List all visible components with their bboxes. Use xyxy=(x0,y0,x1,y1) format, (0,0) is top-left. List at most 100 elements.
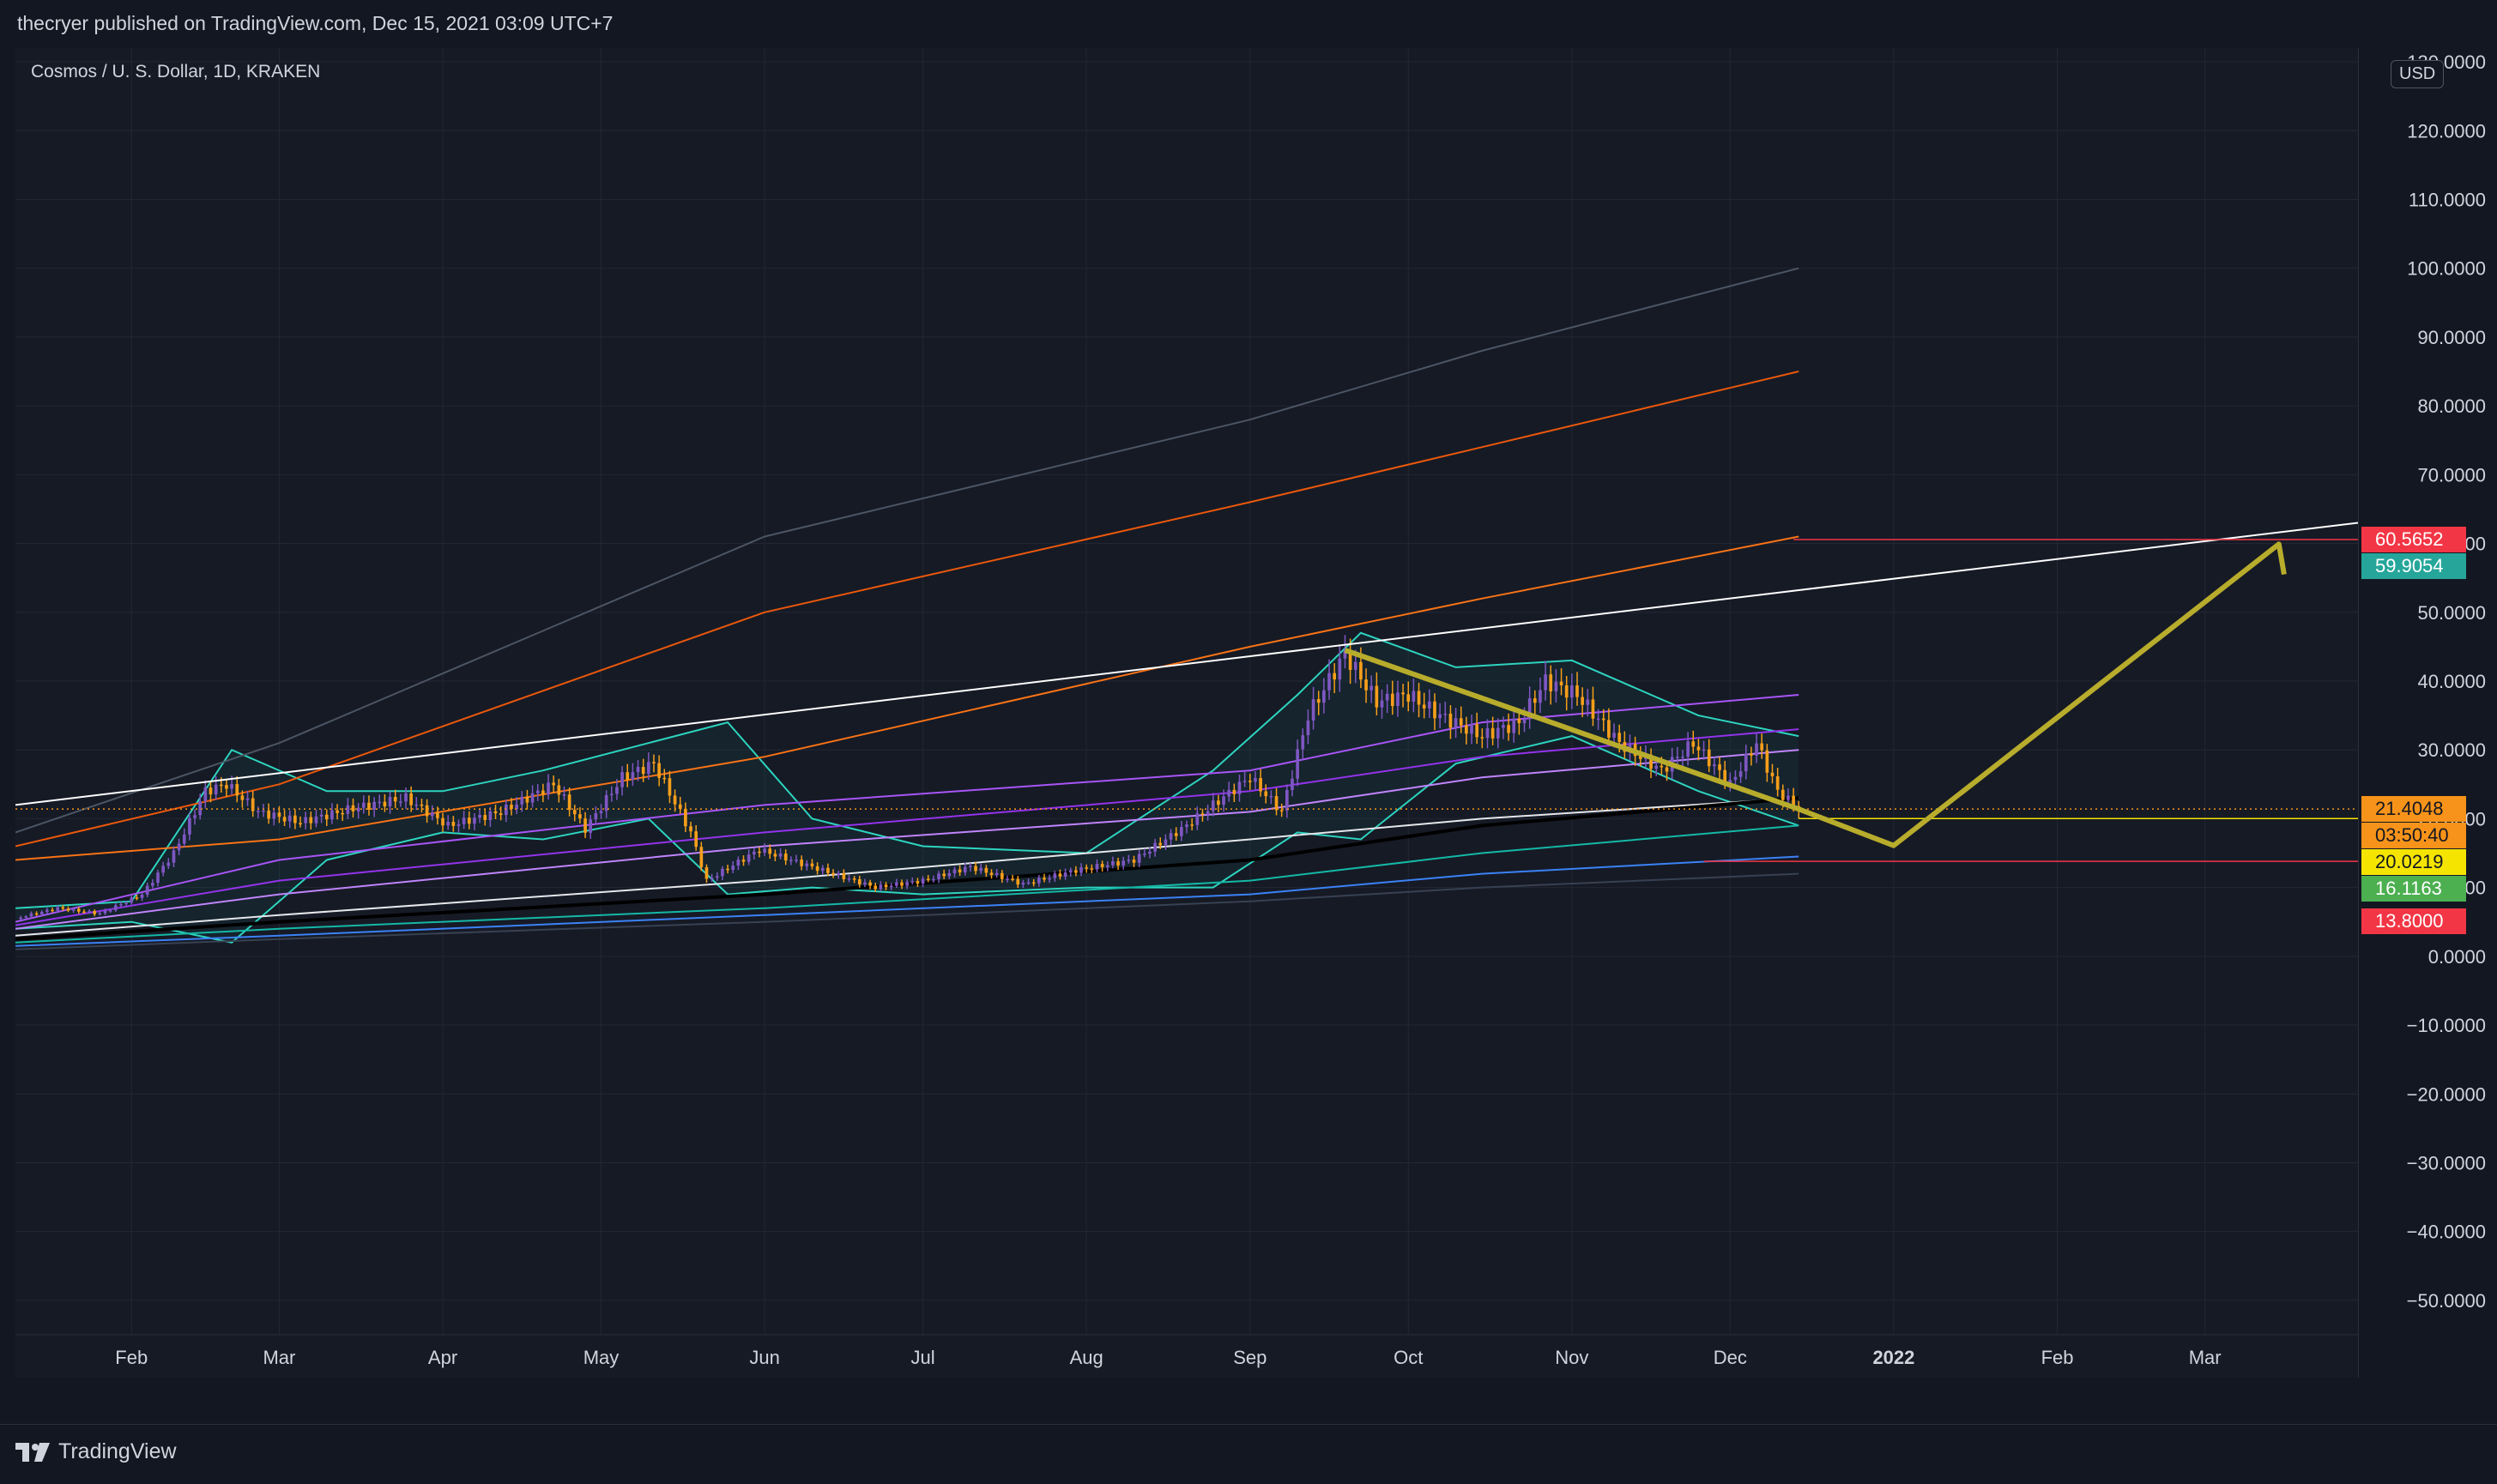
candle-body xyxy=(1390,693,1394,706)
candle-body xyxy=(356,807,360,811)
candle-body xyxy=(1702,749,1706,751)
candle-body xyxy=(451,821,456,826)
candle-body xyxy=(1105,865,1109,867)
candle-body xyxy=(969,866,972,868)
candle-body xyxy=(889,885,893,888)
candle-body xyxy=(1707,749,1711,767)
candle-body xyxy=(1100,864,1104,867)
chart-pane[interactable]: Feb Mar Apr May Jun Jul Aug Sep Oct Nov Dec 2022 Feb… xyxy=(15,48,2358,1378)
candle-body xyxy=(293,815,297,823)
candle-body xyxy=(958,869,962,873)
candle-body xyxy=(330,810,334,820)
candle-body xyxy=(668,778,672,796)
candle-body xyxy=(1274,795,1279,811)
footer-bar xyxy=(0,1424,2497,1484)
candle-body xyxy=(1353,661,1357,670)
candle-body xyxy=(852,878,856,880)
y-tick-label: 80.0000 xyxy=(2417,395,2486,417)
candle-body xyxy=(689,826,692,832)
candle-body xyxy=(1770,772,1775,776)
candle-body xyxy=(1485,727,1490,739)
candle-body xyxy=(1417,691,1421,705)
candle-body xyxy=(108,910,112,912)
candle-body xyxy=(393,796,397,802)
candle-body xyxy=(1269,795,1273,798)
candle-body xyxy=(88,911,91,913)
candle-body xyxy=(1601,718,1605,721)
candle-body xyxy=(530,793,535,803)
published-by-text: thecryer published on TradingView.com, D… xyxy=(17,12,614,34)
candle-body xyxy=(404,793,408,802)
x-tick-label: Aug xyxy=(1070,1347,1103,1368)
price-label-tag: 60.5652 xyxy=(2361,527,2466,552)
candle-body xyxy=(130,897,134,903)
candle-body xyxy=(1259,778,1262,792)
candle-body xyxy=(1570,685,1574,698)
candle-body xyxy=(1232,789,1236,794)
candle-body xyxy=(113,905,118,911)
tradingview-logo[interactable]: TradingView xyxy=(15,1439,177,1464)
candle-body xyxy=(599,811,603,813)
candle-body xyxy=(467,817,471,824)
candle-body xyxy=(499,813,503,816)
candle-body xyxy=(515,804,518,810)
candle-body xyxy=(1544,674,1547,691)
candle-body xyxy=(346,805,350,814)
candle-body xyxy=(1696,746,1701,751)
candle-body xyxy=(478,815,481,818)
candle-body xyxy=(699,847,704,868)
candle-body xyxy=(1200,813,1205,815)
candle-body xyxy=(1111,861,1115,866)
candle-body xyxy=(119,904,123,906)
x-tick-label: Sep xyxy=(1233,1347,1267,1368)
candle-body xyxy=(541,790,545,795)
candle-body xyxy=(1037,878,1041,884)
candle-body xyxy=(1359,661,1363,680)
currency-button[interactable]: USD xyxy=(2391,60,2445,88)
candle-body xyxy=(473,817,476,824)
y-tick-label: −40.0000 xyxy=(2407,1222,2486,1243)
candle-body xyxy=(900,882,904,886)
candle-body xyxy=(905,882,909,886)
candle-body xyxy=(752,851,756,855)
candle-body xyxy=(1306,720,1310,736)
price-axis[interactable]: 130.0000 120.0000 110.0000 100.0000 90.0000 8… xyxy=(2358,48,2497,1378)
candle-body xyxy=(282,817,287,822)
candle-body xyxy=(1068,870,1073,873)
candle-body xyxy=(1586,699,1590,705)
symbol-legend[interactable]: Cosmos / U. S. Dollar, 1D, KRAKEN xyxy=(31,62,320,82)
moving-average-line xyxy=(15,267,1799,834)
candle-body xyxy=(1148,851,1152,854)
candle-body xyxy=(1333,673,1337,680)
candle-body xyxy=(1063,872,1067,877)
y-tick-label: 120.0000 xyxy=(2407,120,2486,142)
x-tick-label: Mar xyxy=(2189,1347,2222,1368)
candle-body xyxy=(1765,750,1769,773)
candle-body xyxy=(140,894,144,898)
x-tick-label: Jul xyxy=(911,1347,935,1368)
candle-body xyxy=(462,817,466,824)
candle-body xyxy=(1237,781,1242,794)
y-tick-label: −50.0000 xyxy=(2407,1290,2486,1312)
candle-body xyxy=(372,801,376,810)
candle-body xyxy=(768,848,772,854)
price-chart[interactable]: Feb Mar Apr May Jun Jul Aug Sep Oct Nov Dec 2022 Feb… xyxy=(15,48,2358,1378)
candle-body xyxy=(1043,878,1046,880)
candle-body xyxy=(1660,765,1664,768)
candle-body xyxy=(1564,685,1569,698)
candle-body xyxy=(694,831,698,848)
candle-body xyxy=(93,911,97,914)
y-tick-label: 100.0000 xyxy=(2407,258,2486,280)
candle-body xyxy=(309,817,313,823)
candle-body xyxy=(1127,860,1131,861)
candle-body xyxy=(874,885,878,890)
candle-body xyxy=(552,782,556,786)
x-tick-label: Apr xyxy=(428,1347,457,1368)
candle-body xyxy=(1079,867,1083,873)
candle-body xyxy=(1137,854,1141,863)
bollinger-band-fill xyxy=(15,632,1799,943)
x-tick-label: Oct xyxy=(1394,1347,1423,1368)
candle-body xyxy=(837,872,841,875)
candle-body xyxy=(721,868,724,877)
candle-body xyxy=(1058,873,1062,877)
